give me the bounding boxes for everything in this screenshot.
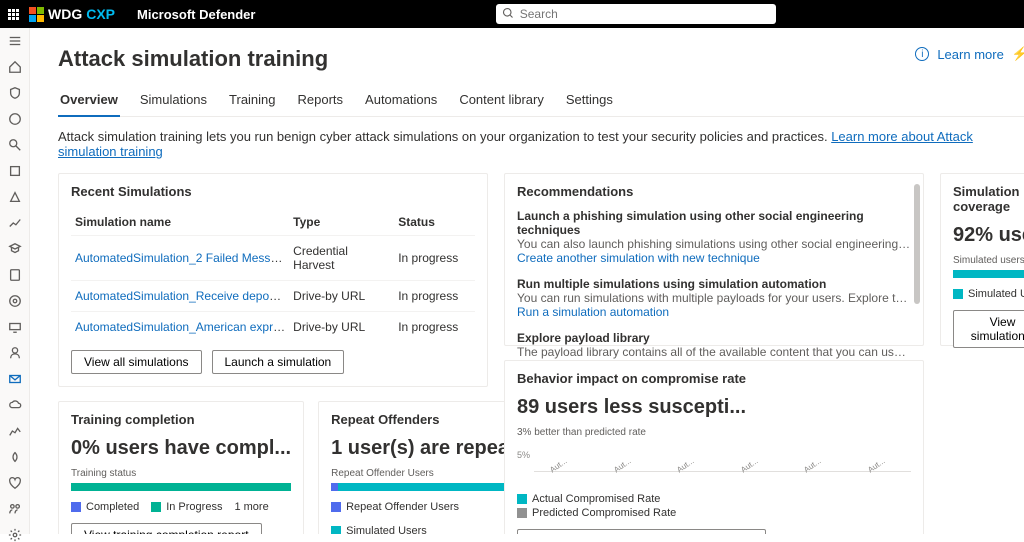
identities-icon[interactable]	[7, 346, 23, 360]
threat-icon[interactable]	[7, 190, 23, 204]
tab-content-library[interactable]: Content library	[457, 86, 546, 116]
col-status: Status	[394, 209, 475, 236]
search-input[interactable]	[496, 4, 776, 24]
launch-simulation-button[interactable]: Launch a simulation	[212, 350, 345, 374]
card-title: Recent Simulations	[71, 184, 475, 199]
card-title: Behavior impact on compromise rate	[517, 371, 911, 386]
tab-simulations[interactable]: Simulations	[138, 86, 209, 116]
actions-icon[interactable]	[7, 164, 23, 178]
recent-simulations-table: Simulation name Type Status AutomatedSim…	[71, 209, 475, 342]
permissions-icon[interactable]	[7, 502, 23, 516]
menu-icon[interactable]	[7, 34, 23, 48]
tab-settings[interactable]: Settings	[564, 86, 615, 116]
metric-headline: 92% users	[953, 224, 1024, 247]
app-name: Microsoft Defender	[137, 7, 255, 22]
rec-link[interactable]: Create another simulation with new techn…	[517, 251, 911, 265]
table-row[interactable]: AutomatedSimulation_Receive deposit for …	[71, 281, 475, 312]
view-coverage-button[interactable]: View simulation c	[953, 310, 1024, 348]
view-efficacy-report-button[interactable]: View simulations and training efficacy r…	[517, 529, 766, 534]
search-icon	[502, 7, 514, 22]
settings-icon[interactable]	[7, 528, 23, 542]
endpoints-icon[interactable]	[7, 320, 23, 334]
reports-icon[interactable]	[7, 424, 23, 438]
legend-item: Simulated Users	[331, 525, 427, 534]
brand-text-2: CXP	[86, 6, 115, 22]
legend-more[interactable]: 1 more	[234, 501, 268, 513]
recent-simulations-card: Recent Simulations Simulation name Type …	[58, 173, 488, 387]
legend-item: Completed	[71, 501, 139, 513]
home-icon[interactable]	[7, 60, 23, 74]
sim-link[interactable]: AutomatedSimulation_American express pas…	[75, 320, 289, 334]
simulation-coverage-card: Simulation coverage 92% users Simulated …	[940, 173, 1024, 346]
microsoft-logo-icon	[29, 7, 44, 22]
y-axis-label: 5%	[517, 442, 530, 460]
tab-reports[interactable]: Reports	[296, 86, 346, 116]
assets-icon[interactable]	[7, 294, 23, 308]
brand: WDGCXP	[29, 6, 115, 22]
chart-sub: 3% better than predicted rate	[517, 427, 911, 438]
alert-icon[interactable]	[7, 112, 23, 126]
training-completion-card: Training completion 0% users have compl.…	[58, 401, 304, 534]
behavior-line-chart	[534, 444, 911, 472]
cloud-icon[interactable]	[7, 398, 23, 412]
health-icon[interactable]	[7, 476, 23, 490]
view-training-report-button[interactable]: View training completion report	[71, 523, 262, 534]
sim-link[interactable]: AutomatedSimulation_2 Failed Messages	[75, 251, 289, 265]
coverage-bar-chart	[953, 270, 1024, 278]
metric-headline: 89 users less suscepti...	[517, 396, 911, 419]
chart-label: Simulated users	[953, 255, 1024, 266]
learn-more-link[interactable]: Learn more	[937, 47, 1003, 62]
table-row[interactable]: AutomatedSimulation_American express pas…	[71, 312, 475, 343]
legend-item: Predicted Compromised Rate	[517, 507, 911, 519]
table-row[interactable]: AutomatedSimulation_2 Failed MessagesCre…	[71, 236, 475, 281]
recommendation-item: Run multiple simulations using simulatio…	[517, 277, 911, 319]
tab-training[interactable]: Training	[227, 86, 277, 116]
col-name: Simulation name	[71, 209, 289, 236]
app-launcher-icon[interactable]	[8, 9, 19, 20]
sim-link[interactable]: AutomatedSimulation_Receive deposit for …	[75, 289, 289, 303]
col-type: Type	[289, 209, 394, 236]
info-icon: i	[915, 47, 929, 61]
x-axis-labels: Aut...Aut...Aut...Aut...Aut...Aut...	[534, 478, 911, 487]
shield-icon[interactable]	[7, 86, 23, 100]
legend-item: Actual Compromised Rate	[517, 493, 911, 505]
tab-automations[interactable]: Automations	[363, 86, 439, 116]
tabs: Overview Simulations Training Reports Au…	[58, 86, 1024, 117]
training-bar-chart	[71, 483, 291, 491]
recommendations-card: Recommendations Launch a phishing simula…	[504, 173, 924, 346]
rec-link[interactable]: Run a simulation automation	[517, 305, 911, 319]
metric-headline: 0% users have compl...	[71, 437, 291, 460]
scrollbar[interactable]	[914, 184, 920, 304]
view-all-simulations-button[interactable]: View all simulations	[71, 350, 202, 374]
intro-text: Attack simulation training lets you run …	[58, 129, 1024, 159]
brand-text: WDG	[48, 6, 82, 22]
recommendation-item: Launch a phishing simulation using other…	[517, 209, 911, 265]
legend-item: In Progress	[151, 501, 222, 513]
card-title: Simulation coverage	[953, 184, 1024, 214]
score-icon[interactable]	[7, 216, 23, 230]
chart-label: Training status	[71, 468, 291, 479]
legend-item: Repeat Offender Users	[331, 501, 459, 513]
trials-icon[interactable]	[7, 268, 23, 282]
left-nav-rail	[0, 28, 30, 534]
hunting-icon[interactable]	[7, 138, 23, 152]
audit-icon[interactable]	[7, 450, 23, 464]
behavior-impact-card: Behavior impact on compromise rate 89 us…	[504, 360, 924, 534]
email-icon[interactable]	[7, 372, 23, 386]
card-title: Recommendations	[517, 184, 911, 199]
learning-icon[interactable]	[7, 242, 23, 256]
page-title: Attack simulation training	[58, 46, 1024, 72]
tab-overview[interactable]: Overview	[58, 86, 120, 117]
lightning-icon[interactable]: ⚡	[1012, 46, 1024, 62]
legend-item: Simulated Users	[953, 288, 1024, 300]
card-title: Training completion	[71, 412, 291, 427]
